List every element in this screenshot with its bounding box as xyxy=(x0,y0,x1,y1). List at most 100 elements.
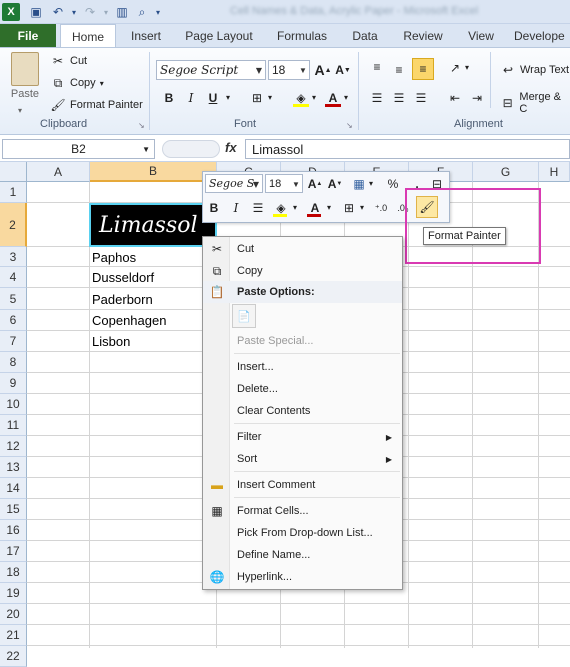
increase-indent-icon[interactable]: ⇥ xyxy=(468,89,486,107)
row-header[interactable]: 7 xyxy=(0,331,27,352)
menu-item-delete[interactable]: Delete... xyxy=(203,378,402,400)
menu-item-insert-comment[interactable]: ▬ Insert Comment xyxy=(203,474,402,496)
tab-developer[interactable]: Develope xyxy=(514,24,570,48)
format-table-icon[interactable]: ▦ xyxy=(350,175,368,193)
align-top-icon[interactable]: ≡ xyxy=(368,58,386,76)
redo-icon[interactable]: ↷ xyxy=(82,4,98,20)
copy-button[interactable]: ⧉ Copy ▾ xyxy=(50,75,104,91)
row-header[interactable]: 15 xyxy=(0,499,27,520)
bold-icon[interactable]: B xyxy=(205,199,223,217)
row-header[interactable]: 20 xyxy=(0,604,27,625)
row-header[interactable]: 9 xyxy=(0,373,27,394)
save-icon[interactable]: ▣ xyxy=(28,4,44,20)
menu-item-insert[interactable]: Insert... xyxy=(203,356,402,378)
row-header[interactable]: 1 xyxy=(0,182,27,203)
row-header[interactable]: 5 xyxy=(0,288,27,310)
font-size-combo[interactable]: 18 ▼ xyxy=(268,60,310,80)
shrink-font-icon[interactable]: A ▼ xyxy=(334,61,352,79)
menu-item-pick-from-list[interactable]: Pick From Drop-down List... xyxy=(203,522,402,544)
mini-size-combo[interactable]: 18 ▼ xyxy=(265,174,303,193)
format-painter-button[interactable]: 🖌 Format Painter xyxy=(50,97,142,113)
cell-b7[interactable]: Lisbon xyxy=(89,331,130,352)
menu-item-define-name[interactable]: Define Name... xyxy=(203,544,402,566)
grow-font-icon[interactable]: A ▲ xyxy=(306,175,324,193)
borders-icon[interactable]: ⊞ xyxy=(340,199,358,217)
row-header[interactable]: 4 xyxy=(0,267,27,288)
fill-dropdown-icon[interactable]: ▾ xyxy=(293,203,297,212)
tab-review[interactable]: Review xyxy=(396,24,450,48)
row-header[interactable]: 3 xyxy=(0,247,27,267)
row-header[interactable]: 13 xyxy=(0,457,27,478)
row-header[interactable]: 2 xyxy=(0,203,27,247)
paste-dropdown-icon[interactable]: ▾ xyxy=(18,106,22,115)
row-header[interactable]: 6 xyxy=(0,310,27,331)
grow-font-icon[interactable]: A ▲ xyxy=(314,61,332,79)
align-center-icon[interactable]: ☰ xyxy=(390,89,408,107)
menu-item-copy[interactable]: ⧉ Copy xyxy=(203,260,402,282)
undo-icon[interactable]: ↶ xyxy=(50,4,66,20)
select-all-button[interactable] xyxy=(0,162,27,182)
underline-button[interactable]: U xyxy=(204,89,222,107)
row-header[interactable]: 16 xyxy=(0,520,27,541)
align-right-icon[interactable]: ☰ xyxy=(412,89,430,107)
column-header-a[interactable]: A xyxy=(27,162,90,182)
orientation-icon[interactable]: ↗ xyxy=(446,59,464,77)
tab-home[interactable]: Home xyxy=(60,24,116,48)
formula-input[interactable]: Limassol xyxy=(245,139,570,159)
tab-data[interactable]: Data xyxy=(344,24,386,48)
row-header[interactable]: 19 xyxy=(0,583,27,604)
column-header-b[interactable]: B xyxy=(90,162,217,182)
menu-item-paste-special[interactable]: Paste Special... xyxy=(203,330,402,352)
row-header[interactable]: 18 xyxy=(0,562,27,583)
borders-icon[interactable]: ⊞ xyxy=(248,89,266,107)
redo-dropdown-icon[interactable]: ▾ xyxy=(98,4,114,20)
merge-center-button[interactable]: ⊟ Merge & C xyxy=(500,91,570,115)
align-bottom-icon[interactable]: ≡ xyxy=(412,58,434,80)
paste-button[interactable]: Paste xyxy=(8,52,42,100)
cell-b6[interactable]: Copenhagen xyxy=(89,310,166,331)
font-name-combo[interactable]: Segoe Script ▼ xyxy=(156,60,266,80)
chart-icon[interactable]: ▥ xyxy=(114,4,130,20)
paste-option-icon[interactable]: 📄 xyxy=(232,304,256,328)
row-header[interactable]: 17 xyxy=(0,541,27,562)
row-header[interactable]: 11 xyxy=(0,415,27,436)
italic-icon[interactable]: I xyxy=(227,199,245,217)
tab-page-layout[interactable]: Page Layout xyxy=(178,24,260,48)
row-header[interactable]: 21 xyxy=(0,625,27,646)
percent-icon[interactable]: % xyxy=(384,175,402,193)
font-color-dropdown-icon[interactable]: ▾ xyxy=(327,203,331,212)
bold-button[interactable]: B xyxy=(160,89,178,107)
italic-button[interactable]: I xyxy=(182,89,200,107)
shrink-font-icon[interactable]: A ▼ xyxy=(326,175,344,193)
format-table-dropdown-icon[interactable]: ▾ xyxy=(369,179,373,188)
orientation-dropdown-icon[interactable]: ▾ xyxy=(465,63,469,72)
fill-dropdown-icon[interactable]: ▾ xyxy=(312,93,316,102)
cell-b5[interactable]: Paderborn xyxy=(89,288,153,310)
wrap-text-button[interactable]: ↩ Wrap Text xyxy=(500,62,569,78)
cell-b4[interactable]: Dusseldorf xyxy=(89,267,154,288)
row-header[interactable]: 8 xyxy=(0,352,27,373)
column-header-g[interactable]: G xyxy=(473,162,539,182)
row-header[interactable]: 12 xyxy=(0,436,27,457)
font-color-dropdown-icon[interactable]: ▾ xyxy=(344,93,348,102)
align-middle-icon[interactable]: ≡ xyxy=(390,61,408,79)
formula-bar-divider-handle[interactable] xyxy=(162,140,220,158)
borders-dropdown-icon[interactable]: ▾ xyxy=(268,93,272,102)
align-left-icon[interactable]: ☰ xyxy=(368,89,386,107)
menu-item-hyperlink[interactable]: 🌐 Hyperlink... xyxy=(203,566,402,588)
borders-dropdown-icon[interactable]: ▾ xyxy=(360,203,364,212)
center-align-icon[interactable]: ☰ xyxy=(249,199,267,217)
tab-file[interactable]: File xyxy=(0,24,56,47)
cell-b2-selected[interactable]: Limassol xyxy=(89,203,217,247)
font-launcher-icon[interactable]: ↘ xyxy=(346,121,353,130)
menu-item-format-cells[interactable]: ▦ Format Cells... xyxy=(203,500,402,522)
decrease-indent-icon[interactable]: ⇤ xyxy=(446,89,464,107)
row-header[interactable]: 14 xyxy=(0,478,27,499)
clipboard-launcher-icon[interactable]: ↘ xyxy=(138,121,145,130)
insert-function-button[interactable]: fx xyxy=(225,140,237,155)
print-preview-icon[interactable]: ⌕ xyxy=(134,4,150,20)
tab-formulas[interactable]: Formulas xyxy=(268,24,336,48)
underline-dropdown-icon[interactable]: ▾ xyxy=(226,93,230,102)
cell-b3[interactable]: Paphos xyxy=(89,247,136,267)
name-box[interactable]: B2 ▼ xyxy=(2,139,155,159)
